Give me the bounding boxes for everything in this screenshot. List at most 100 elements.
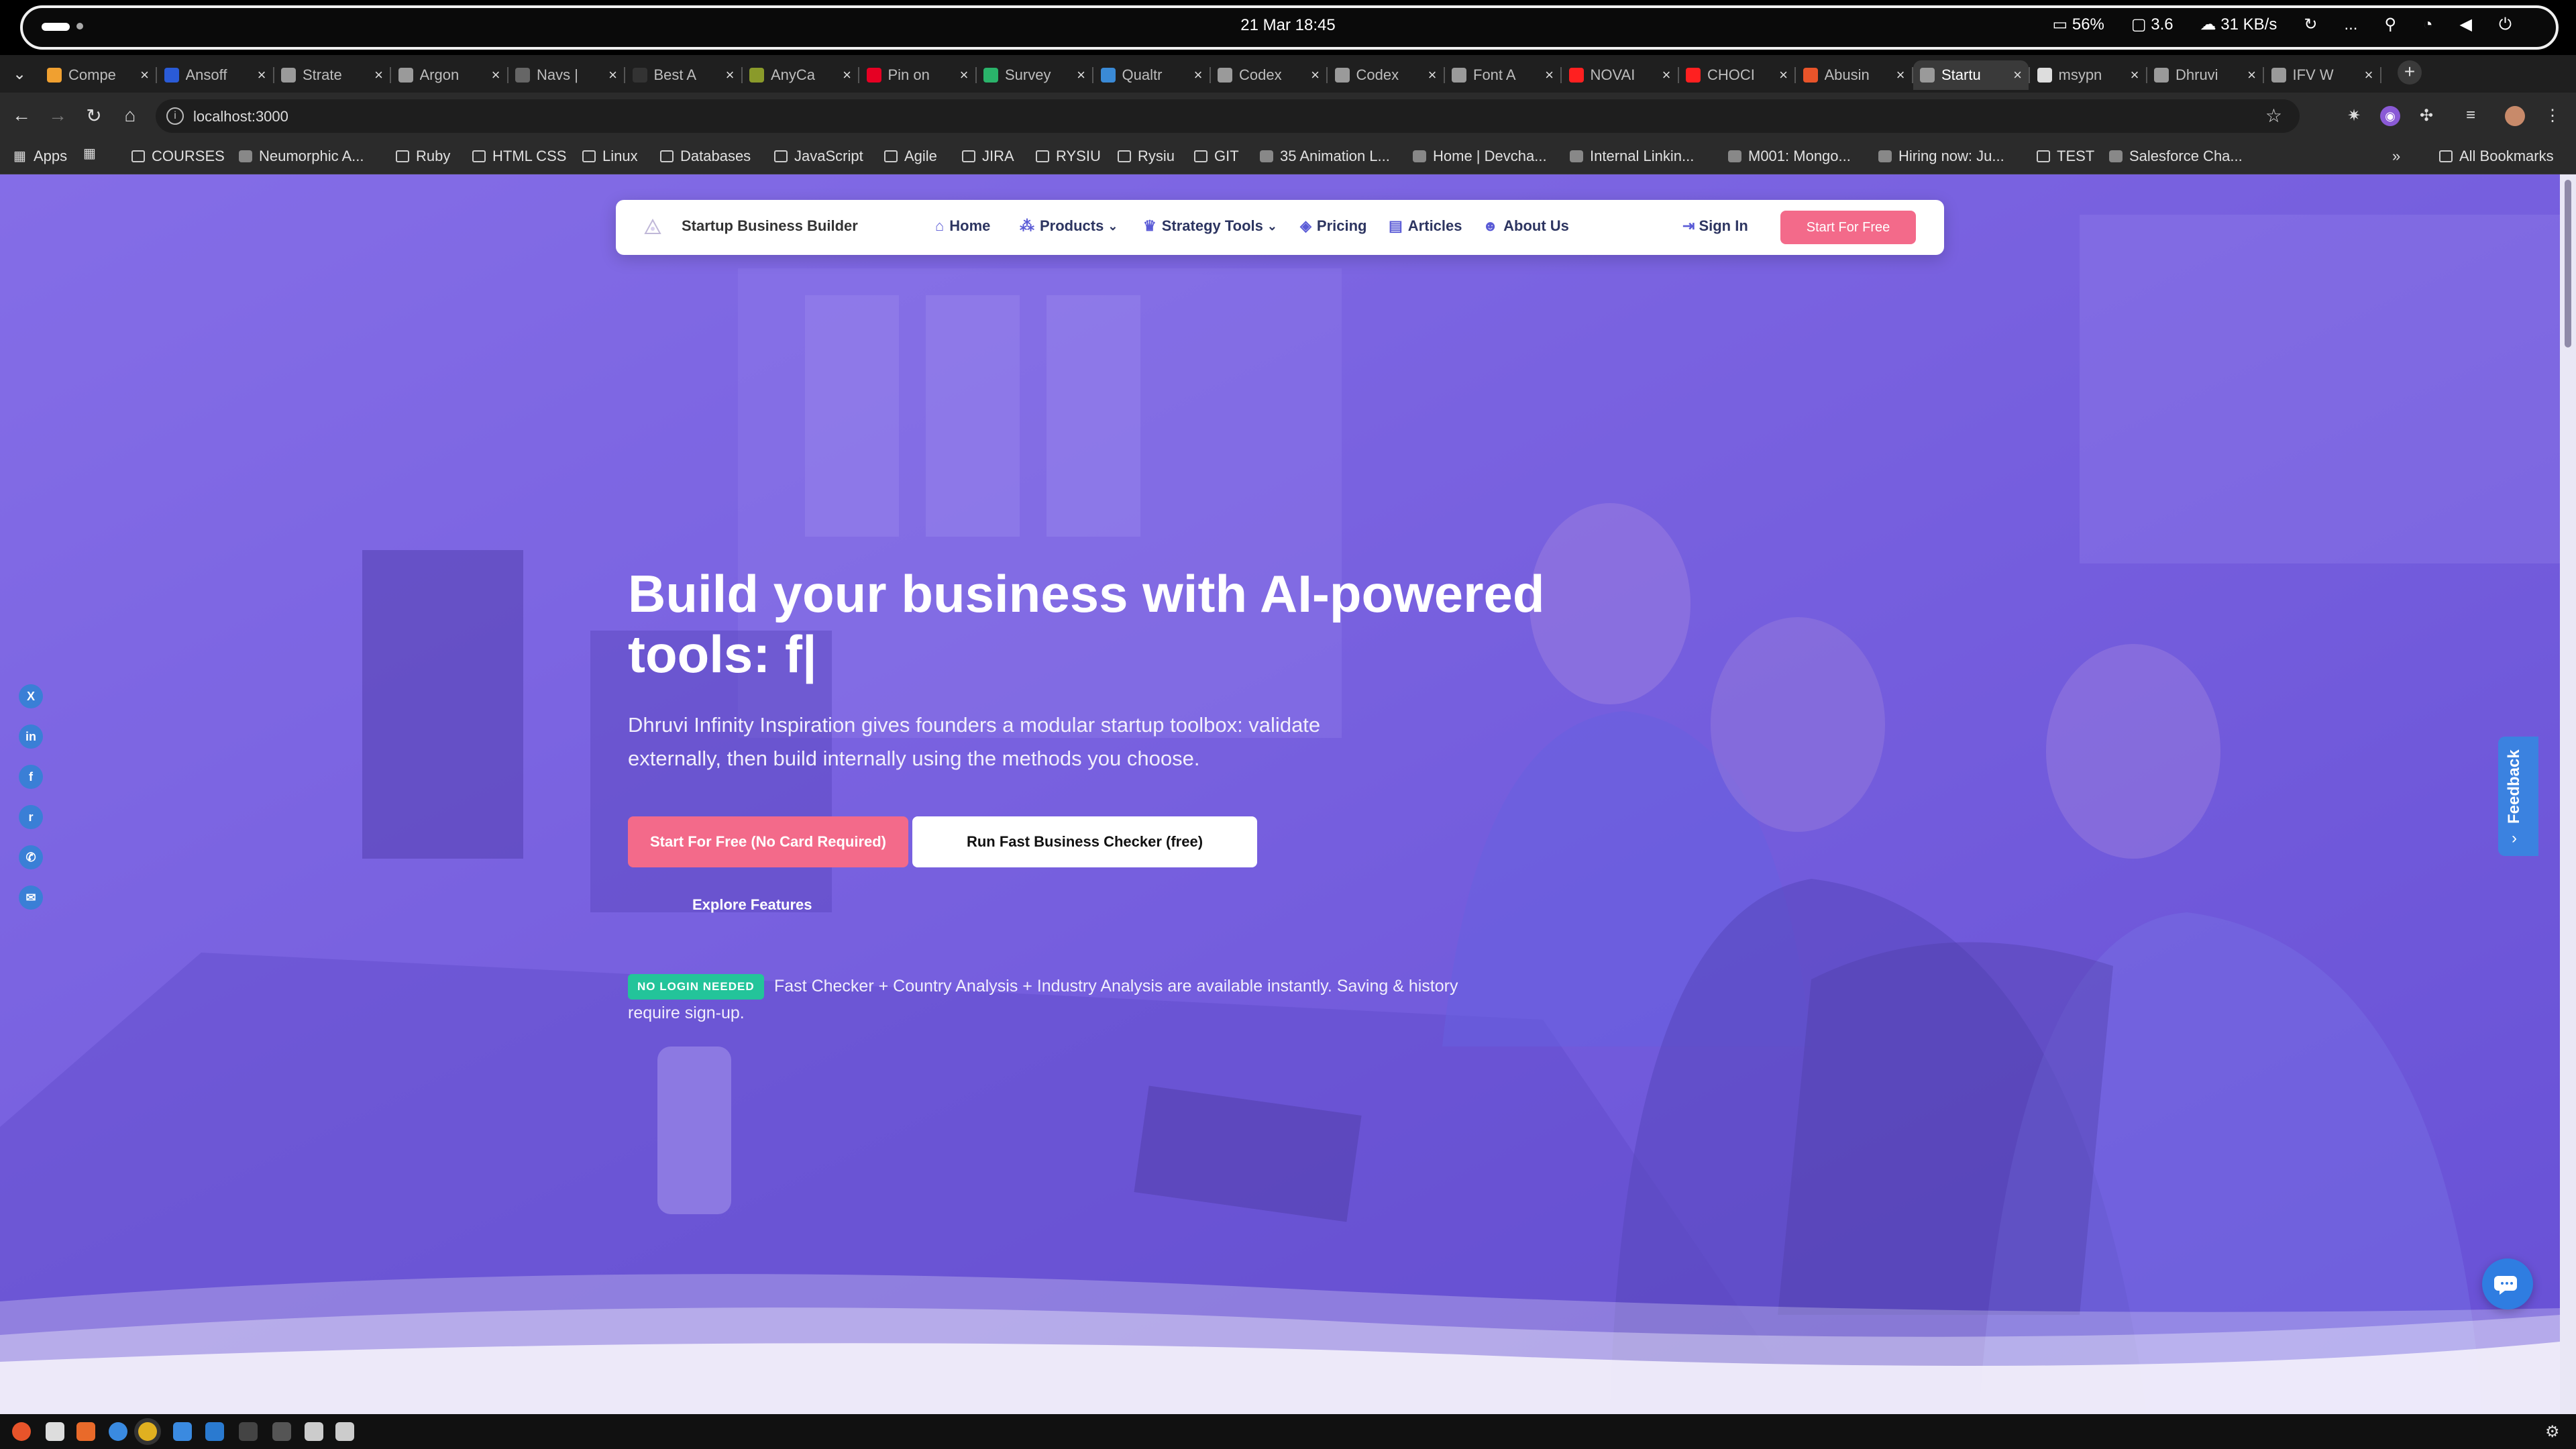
software-icon[interactable]	[76, 1422, 95, 1441]
browser-tab[interactable]: IFV W ×	[2265, 60, 2381, 90]
reddit-icon[interactable]: r	[19, 805, 43, 829]
forward-icon[interactable]: →	[46, 105, 70, 126]
home-icon[interactable]: ⌂	[118, 105, 142, 126]
tab-close-icon[interactable]: ×	[2013, 66, 2022, 84]
browser-tab[interactable]: Argon ×	[392, 60, 508, 90]
browser-tab[interactable]: Abusin ×	[1796, 60, 1913, 90]
explore-features-link[interactable]: Explore Features	[692, 896, 812, 914]
tab-close-icon[interactable]: ×	[2365, 66, 2373, 84]
tab-close-icon[interactable]: ×	[1077, 66, 1085, 84]
tab-search-chevron-icon[interactable]: ⌄	[9, 64, 30, 84]
browser-tab[interactable]: NOVAI ×	[1562, 60, 1679, 90]
nav-item-about-us[interactable]: ☻ About Us	[1483, 217, 1569, 235]
tab-close-icon[interactable]: ×	[1194, 66, 1203, 84]
browser-tab[interactable]: Best A ×	[626, 60, 743, 90]
browser-tab[interactable]: Survey ×	[977, 60, 1093, 90]
puzzle-app-icon[interactable]	[173, 1422, 192, 1441]
url-text[interactable]: localhost:3000	[193, 108, 288, 125]
tab-close-icon[interactable]: ×	[1428, 66, 1437, 84]
start-for-free-nav-button[interactable]: Start For Free	[1780, 211, 1916, 244]
fast-business-checker-button[interactable]: Run Fast Business Checker (free)	[912, 816, 1257, 867]
bookmarks-overflow[interactable]: »	[2392, 148, 2400, 165]
browser-tab[interactable]: CHOCI ×	[1679, 60, 1796, 90]
sign-in-link[interactable]: ⇥ Sign In	[1682, 217, 1748, 235]
tab-close-icon[interactable]: ×	[843, 66, 851, 84]
chat-button[interactable]	[2482, 1258, 2533, 1309]
nav-item-strategy-tools[interactable]: ♛ Strategy Tools ⌄	[1143, 217, 1277, 235]
tab-close-icon[interactable]: ×	[1662, 66, 1671, 84]
bookmark-item[interactable]: Home | Devcha...	[1413, 148, 1547, 165]
scrollbar-thumb[interactable]	[2565, 180, 2571, 347]
bookmark-item[interactable]: JavaScript	[774, 148, 863, 165]
x-icon[interactable]: X	[19, 684, 43, 708]
browser-tab[interactable]: Codex ×	[1328, 60, 1445, 90]
browser-tab[interactable]: Font A ×	[1445, 60, 1562, 90]
chrome-icon[interactable]	[138, 1422, 157, 1441]
bookmark-item[interactable]: GIT	[1194, 148, 1239, 165]
media-controls-icon[interactable]: ≡	[2461, 106, 2481, 126]
location-icon[interactable]: ⚲	[2384, 15, 2396, 34]
new-tab-button[interactable]: +	[2398, 60, 2422, 85]
bookmark-item[interactable]: Linux	[582, 148, 638, 165]
tab-close-icon[interactable]: ×	[2131, 66, 2139, 84]
whatsapp-icon[interactable]: ✆	[19, 845, 43, 869]
bookmark-item[interactable]: JIRA	[962, 148, 1014, 165]
all-bookmarks[interactable]: All Bookmarks	[2439, 148, 2554, 165]
logo-icon[interactable]	[644, 219, 661, 236]
tab-close-icon[interactable]: ×	[492, 66, 500, 84]
profile-avatar[interactable]	[2505, 106, 2525, 126]
start-for-free-button[interactable]: Start For Free (No Card Required)	[628, 816, 908, 867]
reload-icon[interactable]: ↻	[82, 105, 106, 127]
bookmark-item[interactable]: Databases	[660, 148, 751, 165]
email-icon[interactable]: ✉	[19, 885, 43, 910]
browser-tab[interactable]: Strate ×	[274, 60, 391, 90]
browser-tab[interactable]: Pin on ×	[860, 60, 977, 90]
power-icon[interactable]: ⏻	[2499, 15, 2512, 34]
tab-close-icon[interactable]: ×	[1545, 66, 1554, 84]
bookmark-item[interactable]: Hiring now: Ju...	[1878, 148, 2004, 165]
extension-bug-icon[interactable]: ✷	[2344, 106, 2364, 126]
bookmark-item[interactable]: RYSIU	[1036, 148, 1101, 165]
volume-icon[interactable]: ◀	[2460, 15, 2472, 34]
cpu-indicator[interactable]: ▢ 3.6	[2131, 15, 2174, 34]
browser-tab[interactable]: Navs | ×	[508, 60, 625, 90]
browser-tab[interactable]: Compe ×	[40, 60, 157, 90]
tab-close-icon[interactable]: ×	[1779, 66, 1788, 84]
browser-tab[interactable]: Qualtr ×	[1094, 60, 1211, 90]
bookmark-item[interactable]: Ruby	[396, 148, 450, 165]
facebook-icon[interactable]: f	[19, 765, 43, 789]
tab-close-icon[interactable]: ×	[726, 66, 735, 84]
files-icon[interactable]	[46, 1422, 64, 1441]
feedback-tab[interactable]: Feedback ›	[2498, 737, 2538, 856]
bookmark-item[interactable]: COURSES	[131, 148, 225, 165]
browser-tab[interactable]: AnyCa ×	[743, 60, 859, 90]
help-icon[interactable]	[109, 1422, 127, 1441]
bookmark-item[interactable]: Rysiu	[1118, 148, 1175, 165]
extensions-puzzle-icon[interactable]: ✣	[2416, 106, 2436, 126]
notes-icon[interactable]	[305, 1422, 323, 1441]
address-bar[interactable]: i localhost:3000 ☆	[156, 99, 2300, 133]
tab-close-icon[interactable]: ×	[258, 66, 266, 84]
bookmark-item[interactable]: TEST	[2037, 148, 2094, 165]
settings-gear-icon[interactable]: ⚙	[2545, 1422, 2564, 1441]
battery-indicator[interactable]: ▭ 56%	[2053, 15, 2104, 34]
nav-item-home[interactable]: ⌂ Home	[935, 217, 990, 235]
tab-close-icon[interactable]: ×	[1311, 66, 1320, 84]
bookmark-item[interactable]: HTML CSS	[472, 148, 566, 165]
bookmark-item[interactable]: 35 Animation L...	[1260, 148, 1390, 165]
terminal-icon[interactable]	[239, 1422, 258, 1441]
editor-icon[interactable]	[272, 1422, 291, 1441]
browser-tab[interactable]: msypn ×	[2031, 60, 2147, 90]
bookmark-item[interactable]: Neumorphic A...	[239, 148, 364, 165]
tab-close-icon[interactable]: ×	[1896, 66, 1905, 84]
more-icon[interactable]: ...	[2344, 15, 2357, 34]
bookmark-item[interactable]: Agile	[884, 148, 937, 165]
tab-close-icon[interactable]: ×	[140, 66, 149, 84]
nav-item-products[interactable]: ⁂ Products ⌄	[1020, 217, 1118, 235]
tab-close-icon[interactable]: ×	[374, 66, 383, 84]
nav-item-pricing[interactable]: ◈ Pricing	[1300, 217, 1367, 235]
bookmark-star-icon[interactable]: ☆	[2265, 105, 2282, 127]
vscode-icon[interactable]	[205, 1422, 224, 1441]
brand-name[interactable]: Startup Business Builder	[682, 217, 858, 235]
back-icon[interactable]: ←	[9, 105, 34, 126]
